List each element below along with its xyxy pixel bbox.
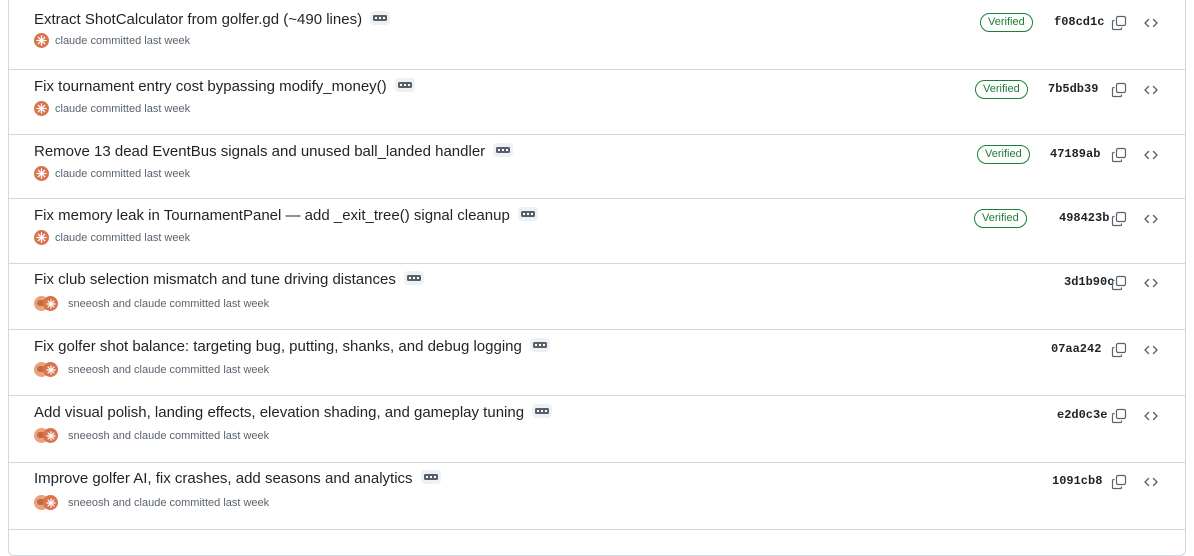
- claude-avatar[interactable]: [43, 296, 58, 311]
- commit-author-meta: claude committed last week: [55, 231, 191, 244]
- commit-title[interactable]: Fix club selection mismatch and tune dri…: [34, 271, 396, 288]
- ellipsis-icon[interactable]: [420, 469, 441, 484]
- ellipsis-icon[interactable]: [370, 10, 391, 25]
- verified-badge[interactable]: Verified: [975, 80, 1028, 99]
- ellipsis-icon[interactable]: [529, 337, 550, 352]
- coauthor-avatars[interactable]: [34, 362, 58, 378]
- commit-title[interactable]: Remove 13 dead EventBus signals and unus…: [34, 143, 485, 160]
- commit-sha-link[interactable]: 1091cb8: [1052, 474, 1102, 488]
- copy-icon[interactable]: [1111, 342, 1127, 358]
- code-icon[interactable]: [1143, 211, 1159, 227]
- commit-author-meta: claude committed last week: [55, 34, 191, 47]
- claude-avatar[interactable]: [34, 166, 49, 181]
- verified-badge[interactable]: Verified: [974, 209, 1027, 228]
- commit-sha-link[interactable]: 07aa242: [1051, 342, 1101, 356]
- code-icon[interactable]: [1143, 82, 1159, 98]
- commit-author-meta: sneeosh and claude committed last week: [68, 497, 270, 509]
- code-icon[interactable]: [1143, 275, 1159, 291]
- commit-title[interactable]: Fix golfer shot balance: targeting bug, …: [34, 338, 522, 355]
- claude-avatar[interactable]: [34, 33, 49, 48]
- ellipsis-icon[interactable]: [517, 206, 538, 221]
- commit-sha-link[interactable]: 498423b: [1059, 211, 1109, 225]
- verified-badge[interactable]: Verified: [977, 145, 1030, 164]
- code-icon[interactable]: [1143, 408, 1159, 424]
- copy-icon[interactable]: [1111, 275, 1127, 291]
- verified-badge[interactable]: Verified: [980, 13, 1033, 32]
- copy-icon[interactable]: [1111, 147, 1127, 163]
- commit-row: Extract ShotCalculator from golfer.gd (~…: [9, 0, 1186, 70]
- commit-author-meta: claude committed last week: [55, 102, 191, 115]
- commit-row: Fix club selection mismatch and tune dri…: [9, 264, 1186, 330]
- commit-title[interactable]: Fix tournament entry cost bypassing modi…: [34, 78, 387, 95]
- commit-sha-link[interactable]: 47189ab: [1050, 147, 1100, 161]
- coauthor-avatars[interactable]: [34, 428, 58, 444]
- claude-avatar[interactable]: [43, 495, 58, 510]
- commit-sha-link[interactable]: 7b5db39: [1048, 82, 1098, 96]
- commit-sha-link[interactable]: 3d1b90c: [1064, 275, 1114, 289]
- copy-icon[interactable]: [1111, 15, 1127, 31]
- commit-author-meta: sneeosh and claude committed last week: [68, 298, 270, 310]
- ellipsis-icon[interactable]: [403, 270, 424, 285]
- commit-row: Fix tournament entry cost bypassing modi…: [9, 70, 1186, 135]
- code-icon[interactable]: [1143, 15, 1159, 31]
- commit-row: Add visual polish, landing effects, elev…: [9, 396, 1186, 463]
- coauthor-avatars[interactable]: [34, 495, 58, 511]
- claude-avatar[interactable]: [43, 428, 58, 443]
- claude-avatar[interactable]: [43, 362, 58, 377]
- coauthor-avatars[interactable]: [34, 296, 58, 312]
- ellipsis-icon[interactable]: [493, 142, 514, 157]
- commit-author-meta: sneeosh and claude committed last week: [68, 364, 270, 376]
- commit-author-meta: claude committed last week: [55, 167, 191, 180]
- commit-title[interactable]: Extract ShotCalculator from golfer.gd (~…: [34, 11, 362, 28]
- commit-row: Improve golfer AI, fix crashes, add seas…: [9, 463, 1186, 530]
- commit-author-meta: sneeosh and claude committed last week: [68, 430, 270, 442]
- ellipsis-icon[interactable]: [394, 77, 415, 92]
- commit-sha-link[interactable]: e2d0c3e: [1057, 408, 1107, 422]
- copy-icon[interactable]: [1111, 474, 1127, 490]
- commit-title[interactable]: Improve golfer AI, fix crashes, add seas…: [34, 470, 413, 487]
- commit-sha-link[interactable]: f08cd1c: [1054, 15, 1104, 29]
- commit-row: Fix memory leak in TournamentPanel — add…: [9, 199, 1186, 264]
- commit-row: Remove 13 dead EventBus signals and unus…: [9, 135, 1186, 199]
- ellipsis-icon[interactable]: [532, 403, 553, 418]
- code-icon[interactable]: [1143, 342, 1159, 358]
- copy-icon[interactable]: [1111, 211, 1127, 227]
- code-icon[interactable]: [1143, 147, 1159, 163]
- commit-row: Fix golfer shot balance: targeting bug, …: [9, 330, 1186, 396]
- claude-avatar[interactable]: [34, 230, 49, 245]
- claude-avatar[interactable]: [34, 101, 49, 116]
- copy-icon[interactable]: [1111, 82, 1127, 98]
- commit-title[interactable]: Add visual polish, landing effects, elev…: [34, 404, 524, 421]
- code-icon[interactable]: [1143, 474, 1159, 490]
- commit-title[interactable]: Fix memory leak in TournamentPanel — add…: [34, 207, 510, 224]
- copy-icon[interactable]: [1111, 408, 1127, 424]
